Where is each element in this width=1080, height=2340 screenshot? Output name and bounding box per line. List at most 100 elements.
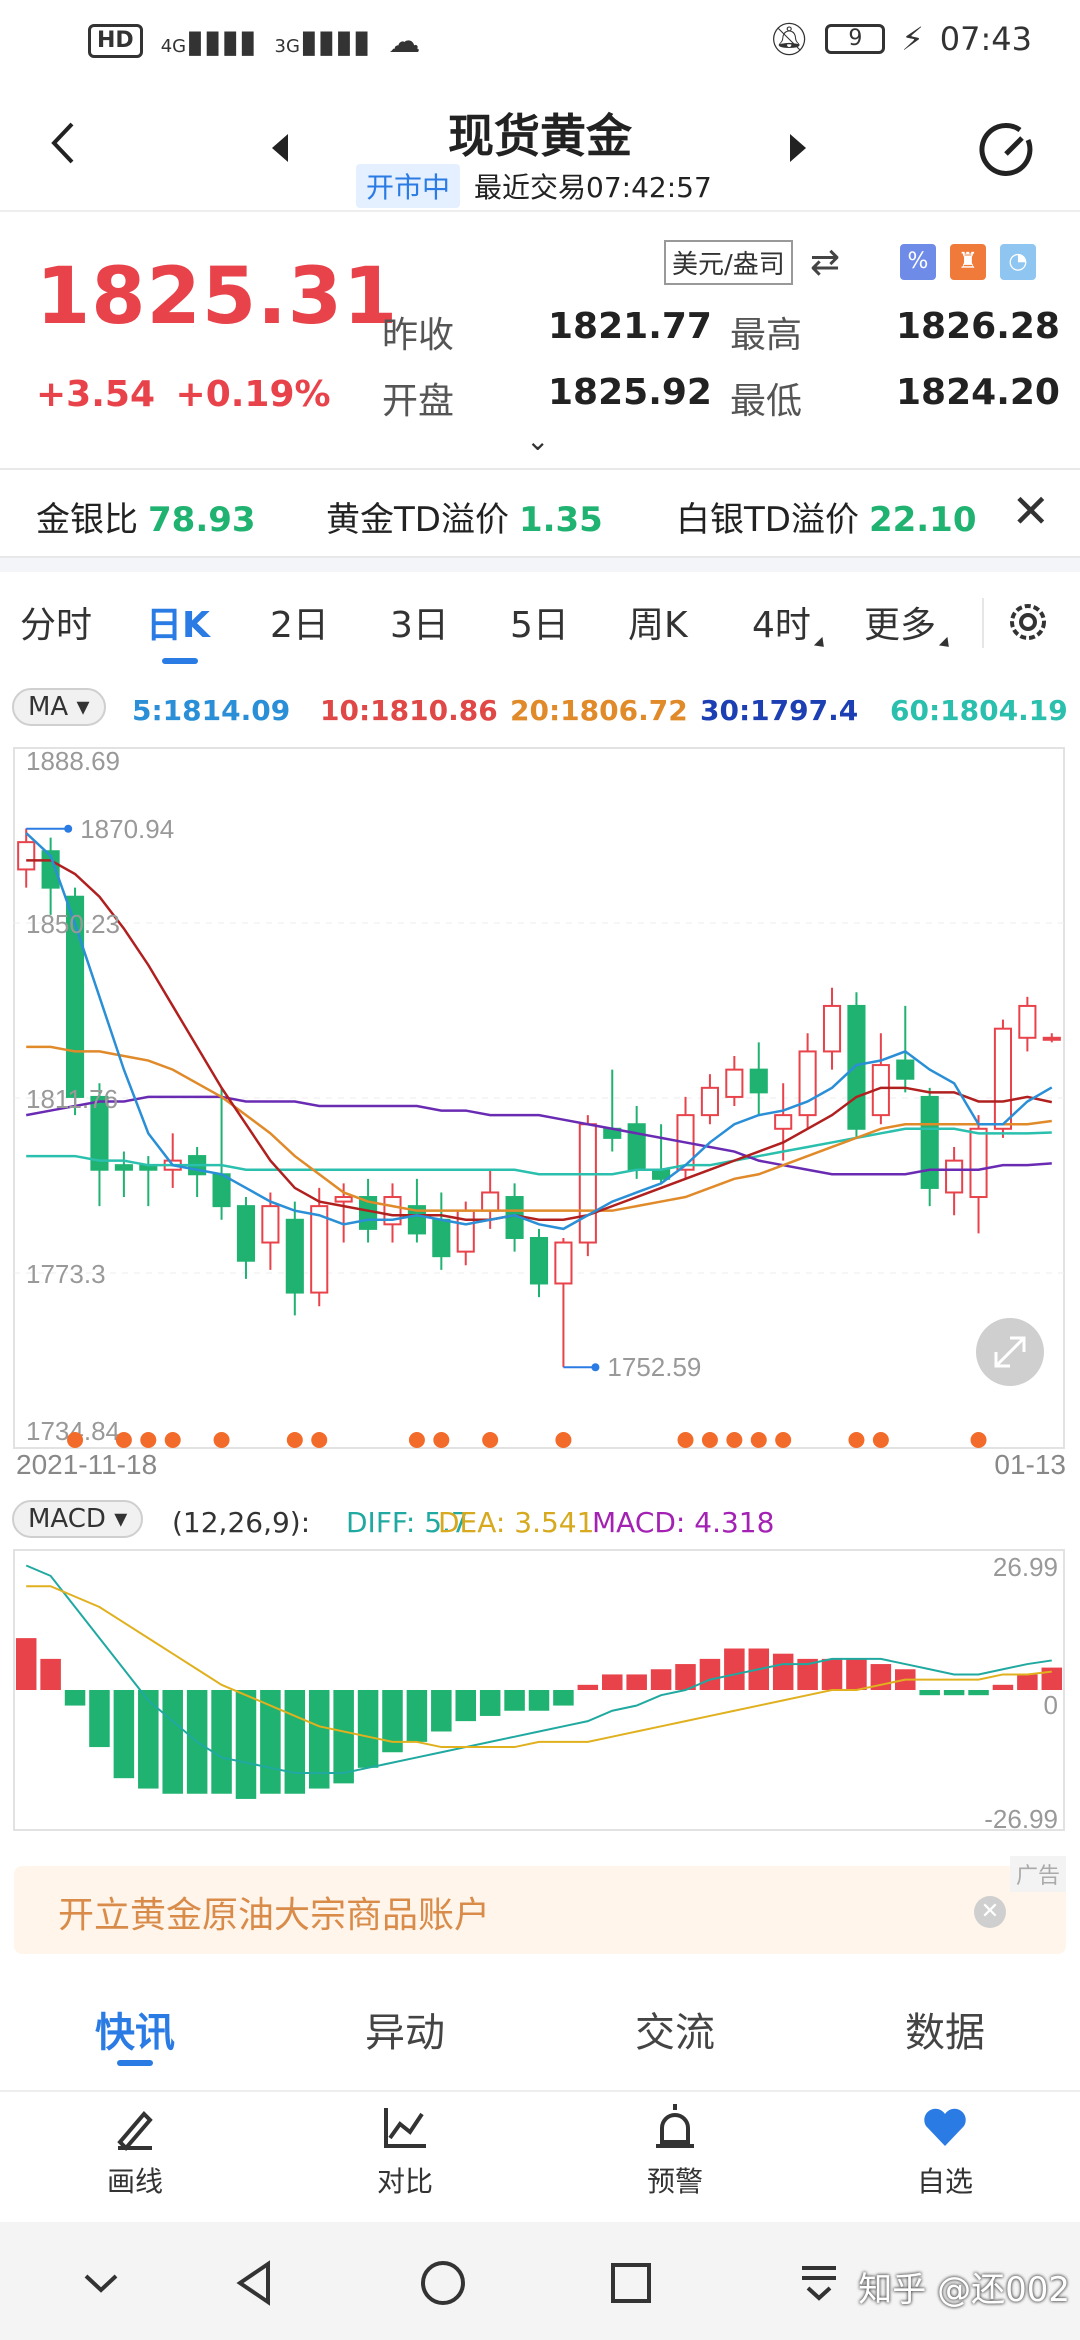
price-change: +3.54 +0.19% bbox=[36, 374, 331, 415]
percent-icon[interactable]: % bbox=[900, 244, 936, 280]
candle bbox=[945, 1159, 964, 1194]
tab-active-indicator bbox=[162, 658, 198, 664]
alert-button[interactable]: 预警 bbox=[540, 2102, 810, 2200]
ma60-value: 60:1804.19 bbox=[890, 694, 1068, 727]
gear-icon[interactable] bbox=[1004, 598, 1052, 646]
unit-selector[interactable]: 美元/盎司 bbox=[664, 240, 793, 285]
ad-close-icon[interactable]: ✕ bbox=[974, 1896, 1006, 1928]
tab-2day[interactable]: 2日 bbox=[270, 596, 329, 648]
notification-pull-icon[interactable] bbox=[794, 2258, 844, 2308]
event-marker bbox=[872, 1432, 889, 1448]
tab-news[interactable]: 快讯 bbox=[0, 2000, 270, 2058]
event-marker bbox=[140, 1432, 157, 1448]
event-marker bbox=[970, 1432, 987, 1448]
event-marker bbox=[677, 1432, 694, 1448]
chevron-down-icon[interactable]: ⌄ bbox=[526, 424, 549, 457]
last-trade-time: 最近交易07:42:57 bbox=[474, 171, 712, 204]
macd-bar bbox=[138, 1690, 159, 1789]
recents-nav-icon[interactable] bbox=[606, 2258, 656, 2308]
indicator-selector[interactable]: MA ▾ bbox=[12, 688, 106, 726]
y-tick-label: 1773.3 bbox=[26, 1259, 106, 1289]
back-nav-icon[interactable] bbox=[230, 2258, 280, 2308]
compare-button[interactable]: 对比 bbox=[270, 2102, 540, 2200]
candle bbox=[114, 1164, 133, 1171]
draw-line-label: 画线 bbox=[106, 2165, 163, 2198]
macd-chart[interactable]: 26.99 0 -26.99 bbox=[0, 1548, 1080, 1838]
refresh-icon[interactable] bbox=[976, 120, 1040, 184]
event-marker bbox=[311, 1432, 328, 1448]
event-marker bbox=[408, 1432, 425, 1448]
event-marker bbox=[701, 1432, 718, 1448]
change-value: +3.54 bbox=[36, 374, 155, 415]
candle bbox=[285, 1218, 304, 1294]
tool-icons: % ♜ ◔ bbox=[900, 244, 1036, 280]
event-marker bbox=[164, 1432, 181, 1448]
event-marker bbox=[433, 1432, 450, 1448]
event-marker bbox=[750, 1432, 767, 1448]
tab-movers[interactable]: 异动 bbox=[270, 2000, 540, 2058]
ma30-value: 30:1797.4 bbox=[700, 694, 859, 727]
macd-bar bbox=[1041, 1667, 1063, 1690]
macd-bar bbox=[479, 1690, 501, 1716]
ad-banner[interactable]: 开立黄金原油大宗商品账户 ✕ 广告 bbox=[14, 1856, 1066, 1954]
chevron-down-icon[interactable] bbox=[76, 2258, 126, 2308]
watchlist-button[interactable]: 自选 bbox=[810, 2102, 1080, 2200]
draw-line-button[interactable]: 画线 bbox=[0, 2102, 270, 2200]
candle bbox=[578, 1123, 597, 1244]
swap-icon[interactable]: ⇄ bbox=[810, 242, 840, 283]
tab-discussion[interactable]: 交流 bbox=[540, 2000, 810, 2058]
change-percent: +0.19% bbox=[175, 374, 331, 415]
tab-4hour[interactable]: 4时 bbox=[752, 596, 828, 652]
macd-value: MACD: 4.318 bbox=[592, 1506, 775, 1539]
macd-legend: MACD ▾ (12,26,9): DIFF: 5.7 DEA: 3.541 M… bbox=[0, 1500, 1080, 1544]
candle bbox=[554, 1241, 573, 1285]
macd-bar bbox=[724, 1648, 745, 1690]
candle bbox=[969, 1127, 988, 1199]
open-label: 开盘 bbox=[382, 381, 455, 422]
macd-dea: DEA: 3.541 bbox=[438, 1506, 595, 1539]
content-tabs: 快讯 异动 交流 数据 bbox=[0, 1980, 1080, 2090]
wechat-icon: ☁ bbox=[388, 22, 421, 60]
pie-icon[interactable]: ◔ bbox=[1000, 244, 1036, 280]
macd-bar bbox=[650, 1669, 672, 1690]
home-nav-icon[interactable] bbox=[418, 2258, 468, 2308]
macd-selector[interactable]: MACD ▾ bbox=[12, 1500, 144, 1538]
divider bbox=[982, 598, 984, 648]
candle bbox=[920, 1095, 939, 1189]
spread-silver-td: 白银TD溢价 22.10 bbox=[676, 500, 977, 540]
caret-icon bbox=[938, 636, 954, 652]
close-icon[interactable]: ✕ bbox=[1011, 484, 1050, 538]
candle bbox=[456, 1209, 475, 1253]
ad-text: 开立黄金原油大宗商品账户 bbox=[58, 1895, 491, 1936]
macd-bar bbox=[113, 1690, 135, 1779]
tab-more[interactable]: 更多 bbox=[864, 596, 954, 652]
candle bbox=[749, 1068, 768, 1094]
tab-5day[interactable]: 5日 bbox=[510, 596, 569, 648]
high-value: 1826.28 bbox=[896, 306, 1060, 347]
macd-bar bbox=[235, 1690, 257, 1799]
candle bbox=[822, 1004, 842, 1053]
tab-data[interactable]: 数据 bbox=[810, 2000, 1080, 2058]
macd-tick-label: -26.99 bbox=[984, 1804, 1058, 1834]
event-marker bbox=[286, 1432, 303, 1448]
tower-icon[interactable]: ♜ bbox=[950, 244, 986, 280]
spreads-bar: 金银比 78.93 黄金TD溢价 1.35 白银TD溢价 22.10 ✕ bbox=[0, 468, 1080, 558]
prev-close-value: 1821.77 bbox=[548, 306, 712, 347]
kline-chart[interactable]: 1888.691850.231811.761773.31734.841870.9… bbox=[0, 738, 1080, 1498]
candle bbox=[432, 1218, 451, 1258]
x-start-label: 2021-11-18 bbox=[16, 1449, 157, 1480]
y-tick-label: 1888.69 bbox=[26, 746, 120, 776]
tab-intraday[interactable]: 分时 bbox=[20, 596, 92, 648]
page-title: 现货黄金 bbox=[448, 109, 632, 163]
candle bbox=[1018, 1004, 1037, 1039]
tab-3day[interactable]: 3日 bbox=[390, 596, 449, 648]
chart-icon bbox=[384, 2108, 426, 2148]
tab-daily-k[interactable]: 日K bbox=[146, 596, 210, 648]
macd-bar bbox=[919, 1690, 940, 1696]
candle bbox=[993, 1027, 1013, 1130]
candle bbox=[896, 1059, 915, 1080]
next-instrument-icon[interactable] bbox=[790, 134, 806, 162]
tab-weekly-k[interactable]: 周K bbox=[628, 596, 688, 648]
spread-gold-td: 黄金TD溢价 1.35 bbox=[326, 500, 603, 540]
system-nav-bar: 知乎 @还002 bbox=[0, 2222, 1080, 2340]
